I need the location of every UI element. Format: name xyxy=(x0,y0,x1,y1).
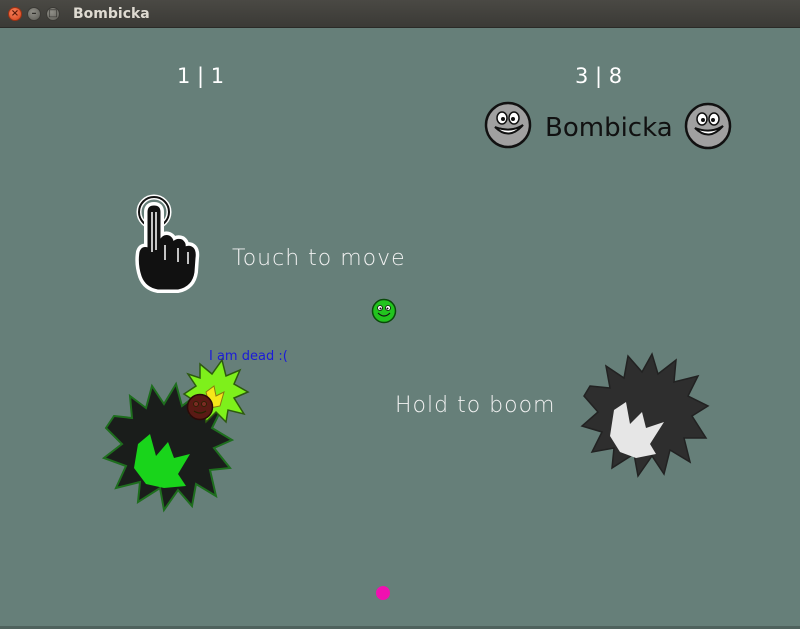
pink-dot-marker xyxy=(376,586,390,600)
maximize-button[interactable]: □ xyxy=(46,7,60,21)
close-button[interactable]: × xyxy=(8,7,22,21)
title-bar: × – □ Bombicka xyxy=(0,0,800,28)
dead-player-character xyxy=(186,393,214,421)
minimize-icon: – xyxy=(31,8,37,19)
right-score: 3 | 8 xyxy=(575,64,623,88)
touch-to-move-hint: Touch to move xyxy=(232,246,406,271)
game-title: Bombicka xyxy=(545,113,673,143)
window-title: Bombicka xyxy=(73,6,150,22)
left-score: 1 | 1 xyxy=(177,64,225,88)
game-canvas[interactable]: 1 | 1 3 | 8 Bombicka Touch to move I am … xyxy=(0,28,800,629)
player-character xyxy=(371,298,397,324)
explosion-splat xyxy=(580,352,710,478)
close-icon: × xyxy=(10,8,20,19)
smiley-face-icon xyxy=(684,102,732,150)
pointer-hand-icon xyxy=(135,194,200,293)
maximize-icon: □ xyxy=(48,8,58,19)
hold-to-boom-hint: Hold to boom xyxy=(395,393,556,418)
minimize-button[interactable]: – xyxy=(27,7,41,21)
smiley-face-icon xyxy=(484,101,532,149)
